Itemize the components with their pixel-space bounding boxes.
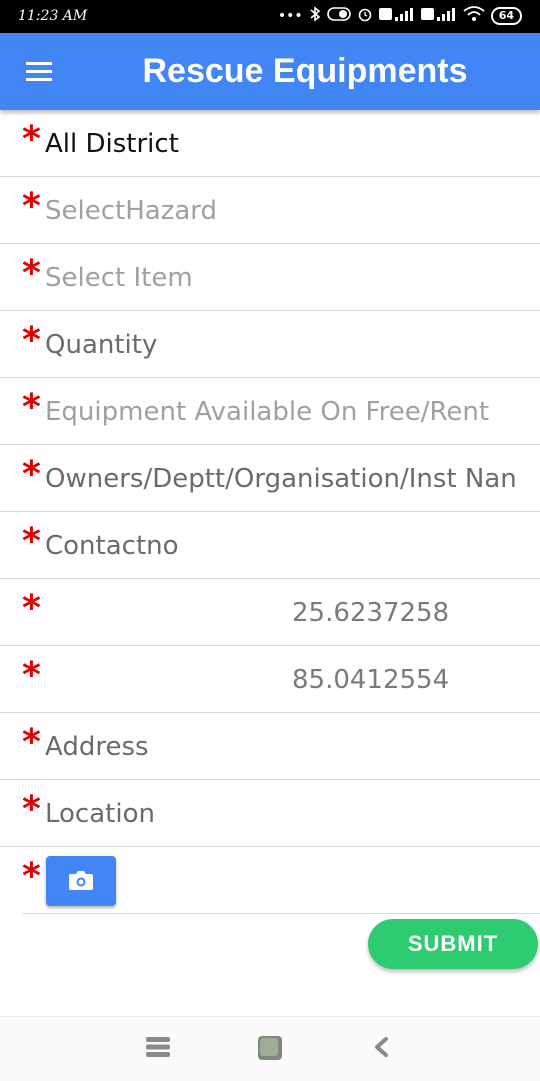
item-select[interactable]: * Select Item (0, 244, 540, 311)
location-placeholder: Location (45, 799, 155, 829)
equipment-form: * All District * SelectHazard * Select I… (0, 110, 540, 914)
status-icons: ••• 64 (278, 6, 522, 26)
required-marker: * (22, 186, 41, 227)
quantity-placeholder: Quantity (45, 330, 158, 360)
camera-icon (69, 871, 93, 890)
contact-field[interactable]: * Contactno (0, 512, 540, 579)
required-marker: * (22, 119, 41, 160)
app-toolbar: Rescue Equipments (0, 33, 540, 110)
latitude-value: 25.6237258 (292, 598, 450, 628)
camera-button[interactable] (46, 856, 116, 906)
quantity-field[interactable]: * Quantity (0, 311, 540, 378)
contact-placeholder: Contactno (45, 531, 179, 561)
address-placeholder: Address (45, 732, 149, 762)
location-field[interactable]: * Location (0, 780, 540, 847)
address-field[interactable]: * Address (0, 713, 540, 780)
district-value: All District (45, 129, 179, 159)
dots-icon: ••• (277, 8, 303, 24)
volte-signal-icon (378, 6, 415, 26)
required-marker: * (22, 588, 41, 629)
page-title: Rescue Equipments (142, 52, 468, 90)
required-marker: * (22, 521, 41, 562)
toggle-icon (326, 7, 351, 25)
required-marker: * (22, 253, 41, 294)
volte-signal-icon (420, 6, 457, 26)
battery-icon: 64 (490, 7, 522, 25)
back-icon[interactable] (370, 1035, 400, 1063)
required-marker: * (22, 722, 41, 763)
hazard-select[interactable]: * SelectHazard (0, 177, 540, 244)
required-marker: * (22, 320, 41, 361)
home-icon[interactable] (256, 1035, 286, 1063)
district-select[interactable]: * All District (0, 110, 540, 177)
status-bar: 11:23 AM ••• 64 (0, 0, 540, 33)
wifi-icon (463, 6, 485, 26)
submit-button[interactable]: SUBMIT (368, 919, 538, 969)
availability-placeholder: Equipment Available On Free/Rent (45, 397, 490, 427)
owner-placeholder: Owners/Deptt/Organisation/Inst Nan (45, 464, 517, 494)
nav-bar (0, 1016, 540, 1081)
bluetooth-icon (309, 6, 321, 26)
longitude-field[interactable]: * 85.0412554 (0, 646, 540, 713)
required-marker: * (22, 655, 41, 696)
hazard-placeholder: SelectHazard (45, 196, 218, 226)
owner-field[interactable]: * Owners/Deptt/Organisation/Inst Nan (0, 445, 540, 512)
required-marker: * (22, 789, 41, 830)
photo-row: * (22, 847, 540, 914)
required-marker: * (22, 856, 41, 897)
status-time: 11:23 AM (18, 8, 88, 24)
required-marker: * (22, 454, 41, 495)
latitude-field[interactable]: * 25.6237258 (0, 579, 540, 646)
availability-select[interactable]: * Equipment Available On Free/Rent (0, 378, 540, 445)
longitude-value: 85.0412554 (292, 665, 450, 695)
recent-apps-icon[interactable] (145, 1035, 175, 1063)
required-marker: * (22, 387, 41, 428)
item-placeholder: Select Item (45, 263, 193, 293)
alarm-icon (357, 6, 373, 26)
